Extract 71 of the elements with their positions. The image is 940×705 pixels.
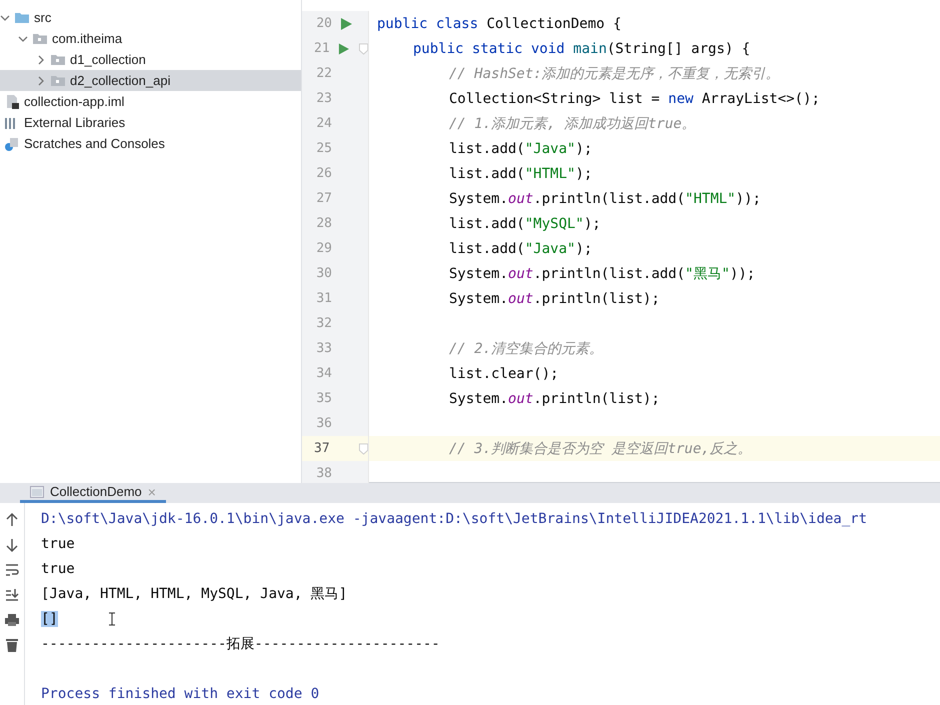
tree-item[interactable]: com.itheima xyxy=(0,28,301,49)
run-tab[interactable]: CollectionDemo × xyxy=(20,483,166,503)
line-number: 32 xyxy=(315,316,332,331)
tree-label: d1_collection xyxy=(70,52,146,67)
code-text: Collection<String> list = new ArrayList<>(); xyxy=(449,90,820,106)
console-line: ----------------------拓展---------------------- xyxy=(41,634,440,652)
line-number: 38 xyxy=(315,466,332,481)
code-text: // 1.添加元素, 添加成功返回true。 xyxy=(449,114,696,132)
code-text: list.add("Java"); xyxy=(449,240,592,256)
arrow-up-icon[interactable] xyxy=(4,512,20,528)
tree-item[interactable]: Scratches and Consoles xyxy=(0,133,301,154)
line-number: 36 xyxy=(315,416,332,431)
line-number: 26 xyxy=(315,166,332,181)
text-cursor-icon xyxy=(108,612,116,626)
tree-item[interactable]: d2_collection_api xyxy=(0,70,301,91)
soft-wrap-icon[interactable] xyxy=(4,562,20,578)
line-number: 31 xyxy=(315,291,332,306)
chevron-down-icon[interactable] xyxy=(0,12,10,22)
chevron-right-icon[interactable] xyxy=(36,54,46,64)
tree-item[interactable]: src xyxy=(0,7,301,28)
code-text: // 3.判断集合是否为空 是空返回true,反之。 xyxy=(449,440,752,458)
code-text: public static void main(String[] args) { xyxy=(413,40,750,56)
tree-label: src xyxy=(34,10,52,25)
line-number: 23 xyxy=(315,91,332,106)
console-icon xyxy=(30,486,44,498)
line-number: 33 xyxy=(315,341,332,356)
line-number: 30 xyxy=(315,266,332,281)
console-line: [Java, HTML, HTML, MySQL, Java, 黑马] xyxy=(41,584,348,602)
run-icon[interactable] xyxy=(338,42,349,54)
tree-label: d2_collection_api xyxy=(70,73,170,88)
line-number: 22 xyxy=(315,66,332,81)
code-text: // HashSet:添加的元素是无序，不重复，无索引。 xyxy=(449,64,780,82)
console-line: true xyxy=(41,536,75,552)
tree-label: com.itheima xyxy=(52,31,122,46)
run-icon[interactable] xyxy=(340,18,352,30)
line-number: 20 xyxy=(315,16,332,31)
scratches-icon xyxy=(4,136,20,152)
tree-item[interactable]: External Libraries xyxy=(0,112,301,133)
code-text: list.add("Java"); xyxy=(449,140,592,156)
line-number: 28 xyxy=(315,216,332,231)
print-icon[interactable] xyxy=(4,612,20,628)
line-number: 34 xyxy=(315,366,332,381)
module-file-icon xyxy=(4,94,20,110)
line-number: 29 xyxy=(315,241,332,256)
tree-label: Scratches and Consoles xyxy=(24,136,165,151)
console-line: Process finished with exit code 0 xyxy=(41,686,320,702)
scroll-to-end-icon[interactable] xyxy=(4,587,20,603)
code-text: System.out.println(list.add("黑马")); xyxy=(449,264,756,282)
code-text: list.add("HTML"); xyxy=(449,166,592,182)
line-number: 35 xyxy=(315,391,332,406)
arrow-down-icon[interactable] xyxy=(4,537,20,553)
code-text: public class CollectionDemo { xyxy=(377,16,622,32)
code-text: // 2.清空集合的元素。 xyxy=(449,340,604,358)
line-number: 27 xyxy=(315,191,332,206)
tree-item[interactable]: collection-app.iml xyxy=(0,91,301,112)
tree-item[interactable]: d1_collection xyxy=(0,49,301,70)
code-text: list.add("MySQL"); xyxy=(449,216,601,232)
console-line: true xyxy=(41,560,75,576)
console-line: D:\soft\Java\jdk-16.0.1\bin\java.exe -javaagent:D:\soft\JetBrains\IntelliJIDEA2021.1.1\lib\idea_rt xyxy=(41,510,868,526)
tree-label: collection-app.iml xyxy=(24,94,124,109)
trash-icon[interactable] xyxy=(4,637,20,653)
line-number: 24 xyxy=(315,116,332,131)
line-number: 21 xyxy=(313,41,330,56)
line-number: 25 xyxy=(315,141,332,156)
code-text: System.out.println(list); xyxy=(449,290,660,306)
code-text: list.clear(); xyxy=(449,366,559,382)
chevron-right-icon[interactable] xyxy=(36,76,46,86)
chevron-down-icon[interactable] xyxy=(18,34,28,44)
code-text: System.out.println(list); xyxy=(449,390,660,406)
tree-label: External Libraries xyxy=(24,115,126,130)
code-text: System.out.println(list.add("HTML")); xyxy=(449,190,761,206)
